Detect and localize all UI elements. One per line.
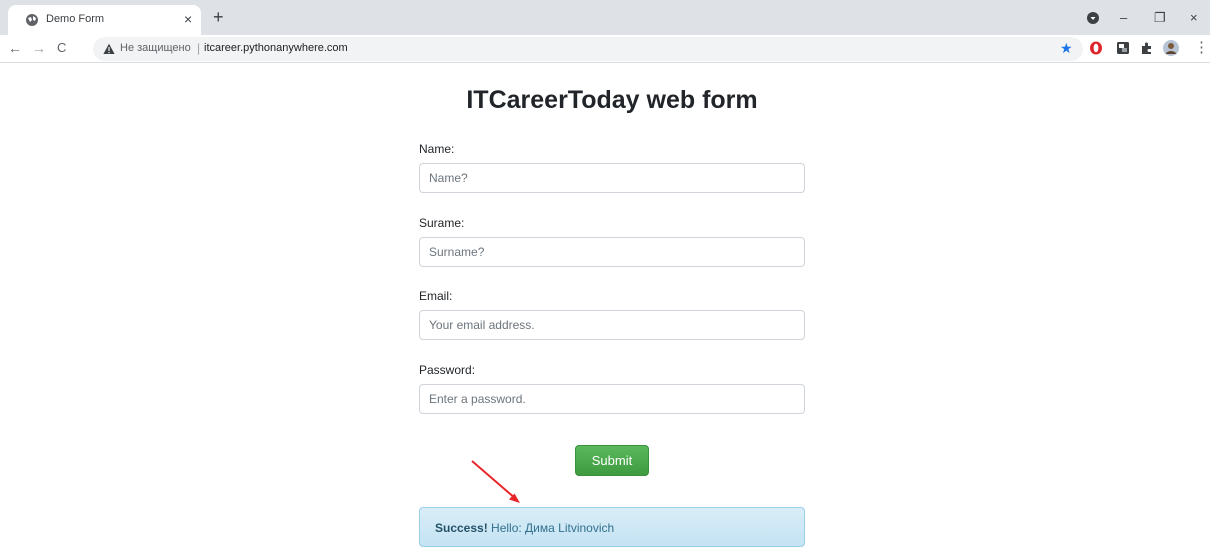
browser-menu-icon[interactable]: ⋮	[1194, 39, 1209, 57]
page-title: ITCareerToday web form	[466, 86, 758, 114]
password-input[interactable]	[419, 384, 805, 414]
globe-icon	[26, 14, 38, 26]
password-label: Password:	[419, 363, 476, 377]
profile-download-icon[interactable]	[1087, 12, 1099, 24]
name-input[interactable]	[419, 163, 805, 193]
tab-strip: Demo Form × + – ❐ ×	[0, 0, 1210, 35]
red-arrow-annotation	[471, 460, 520, 503]
address-bar[interactable]: Не защищено | itcareer.pythonanywhere.co…	[93, 37, 1083, 61]
back-icon[interactable]: ←	[8, 39, 22, 57]
opera-extension-icon[interactable]	[1089, 41, 1103, 55]
screenshot-extension-icon[interactable]	[1116, 41, 1130, 55]
browser-toolbar: ← → C Не защищено | itcareer.pythonanywh…	[0, 35, 1210, 63]
tab-title: Demo Form	[46, 13, 105, 25]
email-input[interactable]	[419, 310, 805, 340]
name-label: Name:	[419, 142, 455, 156]
url-text: itcareer.pythonanywhere.com	[204, 42, 348, 54]
new-tab-icon[interactable]: +	[213, 7, 224, 27]
bookmark-star-icon[interactable]: ★	[1060, 39, 1073, 57]
reload-icon[interactable]: C	[57, 39, 66, 57]
not-secure-label: Не защищено	[120, 42, 191, 54]
window-close-icon[interactable]: ×	[1190, 10, 1198, 26]
profile-avatar-icon[interactable]	[1163, 40, 1179, 56]
tab-close-icon[interactable]: ×	[184, 10, 192, 28]
restore-icon[interactable]: ❐	[1154, 10, 1166, 26]
minimize-icon[interactable]: –	[1120, 10, 1127, 26]
success-alert: Success! Hello: Дима Litvinovich	[419, 507, 805, 547]
email-label: Email:	[419, 289, 453, 303]
submit-button[interactable]: Submit	[575, 445, 649, 476]
surname-input[interactable]	[419, 237, 805, 267]
url-separator: |	[197, 41, 201, 55]
alert-strong: Success!	[435, 521, 488, 535]
surname-label: Surame:	[419, 216, 465, 230]
warning-icon	[103, 43, 115, 54]
alert-message: Hello: Дима Litvinovich	[487, 521, 615, 535]
browser-tab[interactable]: Demo Form ×	[8, 5, 201, 35]
forward-icon[interactable]: →	[32, 39, 46, 57]
extensions-puzzle-icon[interactable]	[1140, 41, 1154, 55]
